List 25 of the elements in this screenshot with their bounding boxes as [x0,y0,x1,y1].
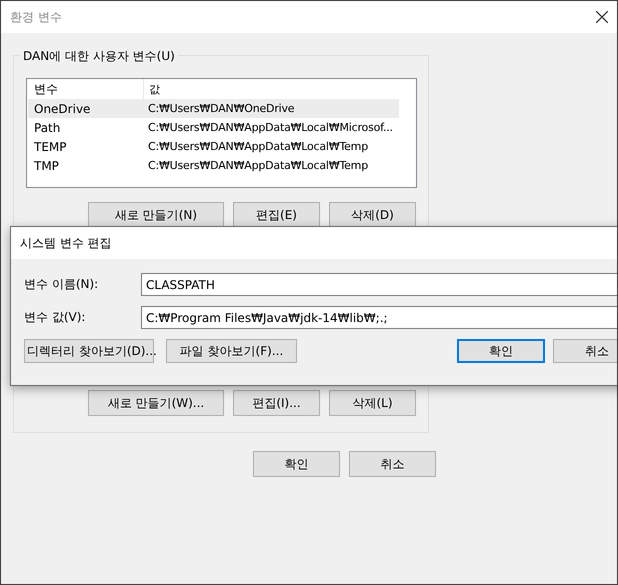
dialog-button[interactable]: 취소 [349,451,436,477]
dialog-button[interactable]: 삭제(D) [329,202,416,228]
dialog-button[interactable]: 취소 [553,339,617,363]
dialog-button[interactable]: 확인 [253,451,340,477]
dialog-button[interactable]: 파일 찾아보기(F)... [166,339,297,363]
column-header[interactable]: 변수 [28,80,143,98]
close-icon[interactable] [596,11,608,23]
input-field[interactable]: C:₩Program Files₩Java₩jdk-14₩lib₩;.; [141,306,617,329]
input-field[interactable]: CLASSPATH [141,273,617,296]
dialog-button[interactable]: 편집(E) [233,202,320,228]
list-row[interactable]: TMP C:₩Users₩DAN₩AppData₩Local₩Temp [28,156,399,175]
dialog-title: 시스템 변수 편집 [20,234,112,252]
list-row[interactable]: Path C:₩Users₩DAN₩AppData₩Local₩Microsof... [28,118,399,137]
dialog-button[interactable]: 삭제(L) [329,390,416,416]
list-row[interactable]: OneDrive C:₩Users₩DAN₩OneDrive [28,99,399,118]
dialog-button[interactable]: 편집(I)... [233,390,320,416]
dialog-button[interactable]: 확인 [457,339,545,363]
dialog-button[interactable]: 새로 만들기(W)... [88,390,224,416]
field-label: 변수 이름(N): [24,276,100,293]
window-title: 환경 변수 [10,8,63,26]
dialog-button[interactable]: 새로 만들기(N) [88,202,224,228]
group-legend: DAN에 대한 사용자 변수(U) [20,48,178,65]
field-label: 변수 값(V): [24,309,86,326]
list-row[interactable]: TEMP C:₩Users₩DAN₩AppData₩Local₩Temp [28,137,399,156]
dialog-button[interactable]: 디렉터리 찾아보기(D)... [24,339,154,363]
